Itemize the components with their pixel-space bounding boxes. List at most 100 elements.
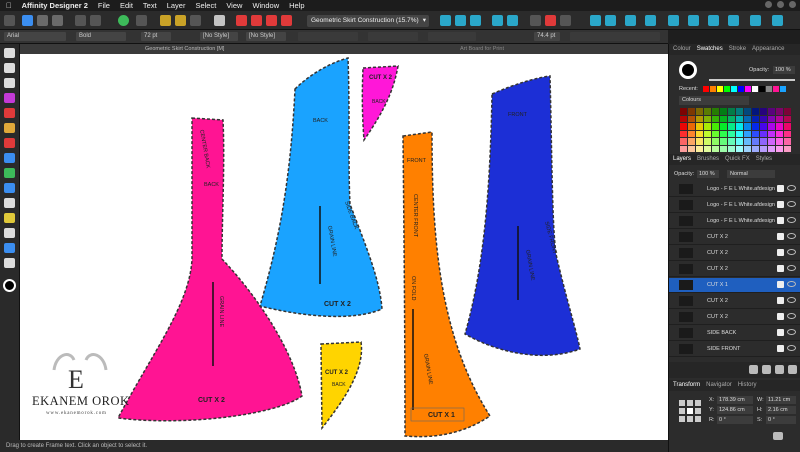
swatch-cell[interactable] <box>704 108 711 115</box>
swatch-cell[interactable] <box>776 145 783 152</box>
swatch-cell[interactable] <box>776 123 783 130</box>
layer-row[interactable]: CUT X 2 <box>669 230 800 245</box>
tab-transform[interactable]: Transform <box>673 382 700 389</box>
swatch-cell[interactable] <box>760 130 767 137</box>
menu-text[interactable]: Text <box>143 1 157 10</box>
swatch-cell[interactable] <box>728 108 735 115</box>
node-tool-icon[interactable] <box>4 63 15 73</box>
divide-icon[interactable] <box>281 15 292 26</box>
swatch-cell[interactable] <box>696 108 703 115</box>
swatch-cell[interactable] <box>776 115 783 122</box>
swatch-cell[interactable] <box>696 138 703 145</box>
layer-visibility-checkbox[interactable] <box>777 345 784 352</box>
tab-appearance[interactable]: Appearance <box>752 46 784 53</box>
shape-tool-icon[interactable] <box>4 168 15 178</box>
adjustment-icon[interactable] <box>762 365 771 374</box>
pencil-tool-icon[interactable] <box>4 123 15 133</box>
intersect-icon[interactable] <box>266 15 277 26</box>
insert-icon[interactable] <box>160 15 171 26</box>
text-format-buttons[interactable] <box>298 32 358 41</box>
eye-icon[interactable] <box>787 329 796 335</box>
swatch-cell[interactable] <box>720 123 727 130</box>
swatch-cell[interactable] <box>728 145 735 152</box>
swatch-cell[interactable] <box>680 123 687 130</box>
layer-row[interactable]: Logo - F E L White.afdesign <box>669 198 800 213</box>
eye-icon[interactable] <box>787 249 796 255</box>
recent-swatch[interactable] <box>745 86 751 92</box>
swatch-cell[interactable] <box>720 108 727 115</box>
swatch-cell[interactable] <box>720 130 727 137</box>
artboard-tool-icon[interactable] <box>4 93 15 103</box>
layer-row[interactable]: CUT X 2 <box>669 294 800 309</box>
swatch-cell[interactable] <box>696 123 703 130</box>
order-back-icon[interactable] <box>492 15 503 26</box>
menu-file[interactable]: File <box>98 1 110 10</box>
pen-tool-icon[interactable] <box>4 78 15 88</box>
swatch-cell[interactable] <box>680 145 687 152</box>
menu-view[interactable]: View <box>226 1 242 10</box>
swatch-cell[interactable] <box>680 115 687 122</box>
opacity-slider[interactable] <box>709 79 795 81</box>
recent-swatch[interactable] <box>752 86 758 92</box>
tracking-field[interactable]: 74.4 pt <box>534 32 560 41</box>
character-style-field[interactable]: [No Style] <box>246 32 286 41</box>
subtract-icon[interactable] <box>251 15 262 26</box>
transform-mode-icon[interactable] <box>645 15 656 26</box>
font-family-field[interactable]: Arial <box>4 32 66 41</box>
swatch-cell[interactable] <box>744 123 751 130</box>
rectangle-tool-icon[interactable] <box>4 183 15 193</box>
swatch-cell[interactable] <box>736 108 743 115</box>
menu-icon[interactable] <box>4 15 15 26</box>
swatch-cell[interactable] <box>768 130 775 137</box>
swatch-cell[interactable] <box>712 138 719 145</box>
swatch-cell[interactable] <box>768 115 775 122</box>
r-field[interactable]: 0 ° <box>717 416 753 424</box>
rotate-icon[interactable] <box>470 15 481 26</box>
list-buttons[interactable] <box>428 32 476 41</box>
text-tool-icon[interactable] <box>4 213 15 223</box>
document-setup-icon[interactable] <box>75 15 86 26</box>
swatch-cell[interactable] <box>720 145 727 152</box>
layer-row[interactable]: CUT X 2 <box>669 310 800 325</box>
tab-styles[interactable]: Styles <box>756 156 772 163</box>
frame-options[interactable] <box>570 32 660 41</box>
pattern-piece-yellow[interactable]: CUT X 2 BACK <box>320 341 363 431</box>
apple-icon[interactable]:  <box>6 1 12 10</box>
recent-swatch[interactable] <box>759 86 765 92</box>
swatch-cell[interactable] <box>768 123 775 130</box>
fill-stroke-well-icon[interactable] <box>679 61 697 79</box>
document-selector[interactable]: Geometric Skirt Construction (15.7%) <box>307 15 429 27</box>
swatch-cell[interactable] <box>752 130 759 137</box>
y-field[interactable]: 124.86 cm <box>717 406 753 414</box>
w-field[interactable]: 11.21 cm <box>766 396 796 404</box>
swatch-cell[interactable] <box>760 123 767 130</box>
swatch-cell[interactable] <box>760 145 767 152</box>
swatch-cell[interactable] <box>704 138 711 145</box>
swatch-cell[interactable] <box>752 138 759 145</box>
eye-icon[interactable] <box>787 217 796 223</box>
swatch-cell[interactable] <box>736 130 743 137</box>
swatch-cell[interactable] <box>720 138 727 145</box>
add-pixel-layer-icon[interactable] <box>749 365 758 374</box>
swatch-cell[interactable] <box>752 123 759 130</box>
layer-visibility-checkbox[interactable] <box>777 281 784 288</box>
swatch-cell[interactable] <box>784 123 791 130</box>
tab-brushes[interactable]: Brushes <box>697 156 719 163</box>
swatch-cell[interactable] <box>776 108 783 115</box>
layer-visibility-checkbox[interactable] <box>777 265 784 272</box>
recent-swatch[interactable] <box>703 86 709 92</box>
layer-row[interactable]: Logo - F E L White.afdesign <box>669 182 800 197</box>
h-field[interactable]: 2.16 cm <box>766 406 796 414</box>
boolean-icon[interactable] <box>190 15 201 26</box>
recent-swatch[interactable] <box>773 86 779 92</box>
swatch-cell[interactable] <box>736 145 743 152</box>
eye-icon[interactable] <box>787 281 796 287</box>
guides-icon[interactable] <box>708 15 719 26</box>
font-weight-field[interactable]: Bold <box>76 32 126 41</box>
swatch-cell[interactable] <box>688 138 695 145</box>
fill-tool-icon[interactable] <box>4 138 15 148</box>
assistant-icon[interactable] <box>605 15 616 26</box>
tab-artboard[interactable]: Art Board for Print <box>460 46 504 52</box>
arrange-icon[interactable] <box>90 15 101 26</box>
eye-icon[interactable] <box>787 345 796 351</box>
